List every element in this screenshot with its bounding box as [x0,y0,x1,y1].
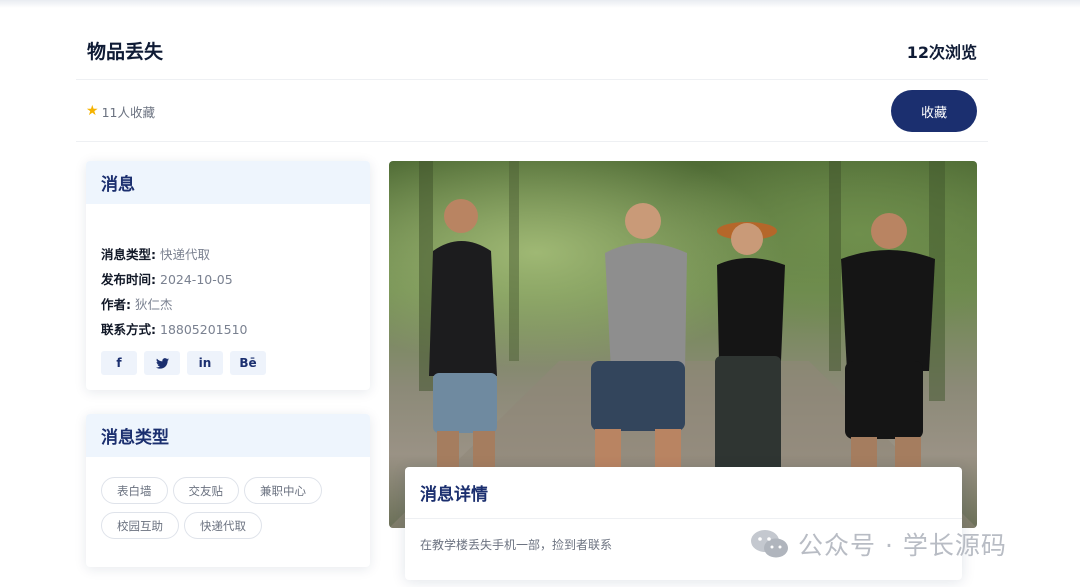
detail-card: 消息详情 在教学楼丢失手机一部，捡到者联系 [405,467,962,580]
info-label: 发布时间: [101,272,156,287]
top-bar-shadow [0,0,1080,8]
twitter-icon[interactable] [144,351,180,375]
info-label: 联系方式: [101,322,156,337]
info-card: 消息 消息类型: 快递代取 发布时间: 2024-10-05 作者: 狄仁杰 联系方式… [86,161,370,390]
info-value: 18805201510 [160,322,248,337]
social-links: f in Bē [101,351,355,375]
info-label: 消息类型: [101,247,156,262]
info-label: 作者: [101,297,131,312]
tag-list: 表白墙 交友贴 兼职中心 校园互助 快递代取 [86,457,370,539]
favorite-count: ★ 11人收藏 [86,102,155,121]
behance-icon[interactable]: Bē [230,351,266,375]
facebook-icon[interactable]: f [101,351,137,375]
info-row-type: 消息类型: 快递代取 [101,242,355,267]
detail-heading: 消息详情 [405,467,962,519]
tag-item[interactable]: 交友贴 [172,477,239,504]
info-value: 狄仁杰 [135,297,173,312]
info-card-heading: 消息 [86,161,370,204]
star-icon: ★ [86,103,99,119]
info-row-author: 作者: 狄仁杰 [101,292,355,317]
page-header: 物品丢失 12次浏览 [76,22,988,80]
type-card: 消息类型 表白墙 交友贴 兼职中心 校园互助 快递代取 [86,414,370,567]
favorite-button[interactable]: 收藏 [891,90,977,132]
favorite-bar: ★ 11人收藏 收藏 [76,81,988,142]
info-value: 2024-10-05 [160,272,233,287]
watermark: 公众号 · 学长源码 [750,526,1007,562]
favorite-count-label: 11人收藏 [101,104,155,120]
info-row-date: 发布时间: 2024-10-05 [101,267,355,292]
tag-item[interactable]: 兼职中心 [244,477,322,504]
type-card-heading: 消息类型 [86,414,370,457]
tag-item[interactable]: 校园互助 [101,512,179,539]
tag-item[interactable]: 表白墙 [101,477,168,504]
wechat-icon [751,530,788,558]
info-row-contact: 联系方式: 18805201510 [101,317,355,342]
page-title: 物品丢失 [87,41,164,63]
info-value: 快递代取 [160,247,211,262]
linkedin-icon[interactable]: in [187,351,223,375]
tag-item[interactable]: 快递代取 [184,512,262,539]
view-count: 12次浏览 [906,42,977,62]
watermark-text: 公众号 · 学长源码 [798,531,1007,560]
